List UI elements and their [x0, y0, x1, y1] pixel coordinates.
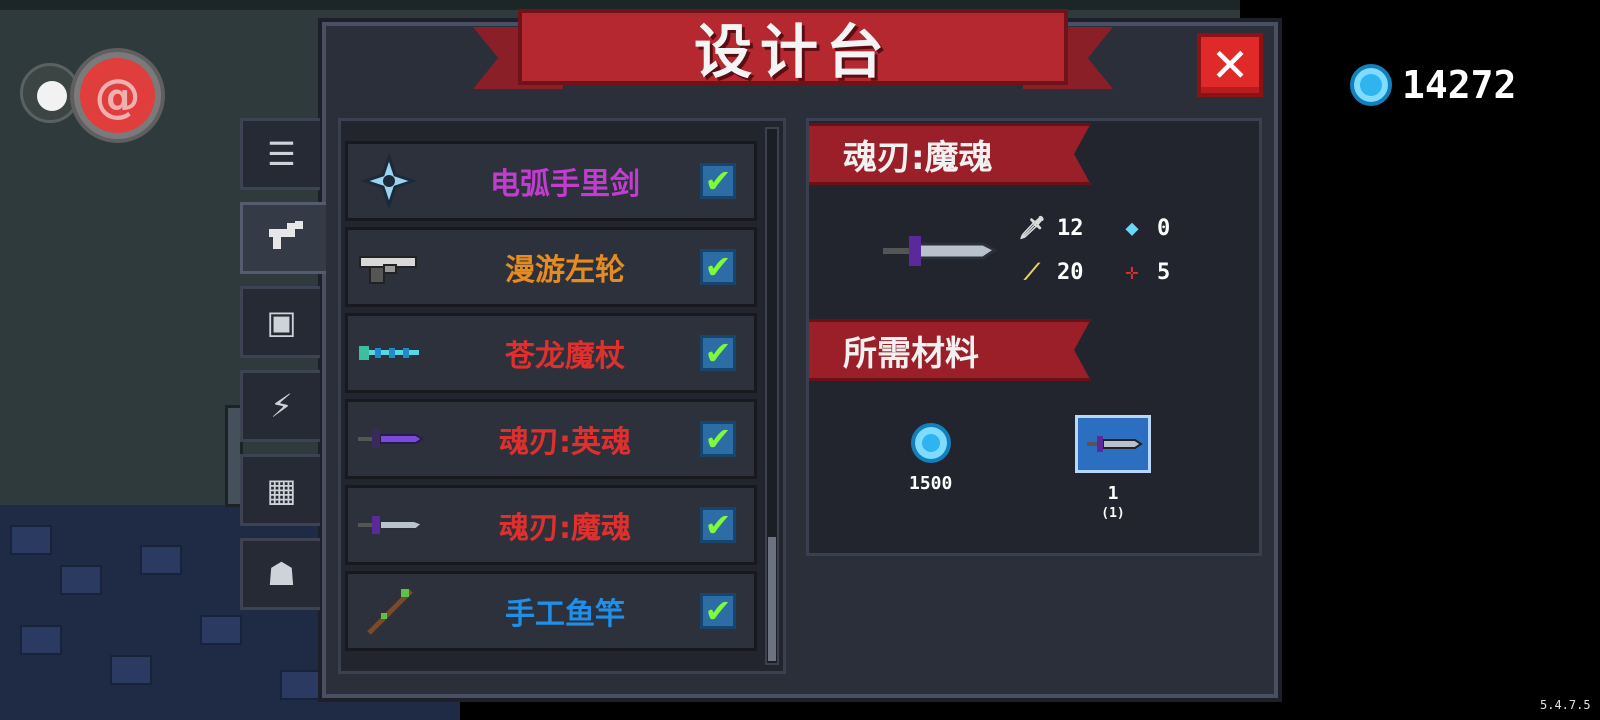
item-name: 漫游左轮: [505, 253, 625, 288]
floor-tile: [280, 670, 322, 700]
materials-title: 所需材料: [843, 333, 979, 374]
floor-tile: [140, 545, 182, 575]
lightning-icon: ⚡: [270, 387, 293, 425]
close-button[interactable]: ✕: [1197, 33, 1263, 97]
floor-tile: [60, 565, 102, 595]
check-icon: ✔: [704, 334, 732, 372]
currency-display: 14272: [1350, 60, 1516, 110]
list-icon: ☰: [267, 135, 296, 173]
energy-icon: ◆: [1125, 215, 1139, 241]
accuracy-icon: ✛: [1125, 259, 1139, 285]
blueprint-list[interactable]: 电弧手里剑 ✔ 漫游左轮 ✔ 苍龙魔杖 ✔ 魂刃:英魂 ✔ 魂刃:魔魂 ✔ 手工…: [338, 118, 786, 674]
check-icon: ✔: [704, 420, 732, 458]
stat-energy: ◆ 0: [1119, 215, 1170, 241]
tab-list[interactable]: ☰: [240, 118, 320, 190]
fishing-rod-icon: [348, 574, 430, 648]
close-icon: ✕: [1210, 38, 1250, 92]
check-icon: ✔: [704, 248, 732, 286]
stat-value: 0: [1157, 215, 1171, 241]
armor-icon: ▣: [266, 303, 297, 341]
page-title: 设计台: [693, 18, 892, 86]
checkbox[interactable]: ✔: [700, 334, 736, 372]
tab-weapons[interactable]: [240, 202, 326, 274]
dark-blade-icon: [348, 488, 430, 562]
title-banner: 设计台: [473, 5, 1113, 105]
tab-skills[interactable]: ⚡: [240, 370, 320, 442]
material-blueprint: 1 (1): [1075, 415, 1151, 521]
item-name: 手工鱼竿: [505, 597, 625, 632]
stat-value: 20: [1057, 259, 1084, 285]
weapon-preview-icon: [879, 226, 999, 276]
list-item[interactable]: 苍龙魔杖 ✔: [345, 313, 757, 393]
damage-icon: 🗡: [1018, 215, 1046, 241]
list-item[interactable]: 手工鱼竿 ✔: [345, 571, 757, 651]
toggle-dot: [37, 81, 67, 111]
purple-blade-icon: [348, 402, 430, 476]
materials-ribbon: 所需材料: [809, 319, 1091, 381]
floor-tile: [200, 615, 242, 645]
material-amount: 1: [1107, 483, 1119, 504]
floor-tile: [10, 525, 52, 555]
item-name: 魂刃:魔魂: [499, 511, 631, 546]
revolver-icon: [348, 230, 430, 304]
item-name: 苍龙魔杖: [505, 339, 625, 374]
gem-icon: [910, 423, 951, 463]
list-item[interactable]: 魂刃:英魂 ✔: [345, 399, 757, 479]
skill-button[interactable]: @: [70, 48, 165, 143]
item-name: 电弧手里剑: [490, 167, 640, 202]
material-icon: ▦: [266, 471, 297, 509]
tab-characters[interactable]: ☗: [240, 538, 320, 610]
stat-value: 5: [1157, 259, 1171, 285]
check-icon: ✔: [704, 162, 732, 200]
item-detail-panel: 魂刃:魔魂 🗡 12 ◆ 0 ⟋ 20 ✛ 5 所需材料 1500 1 (1): [806, 118, 1262, 556]
stat-crit: ⟋ 20: [1019, 259, 1084, 285]
weapon-name: 魂刃:魔魂: [843, 137, 993, 178]
material-amount: 1500: [909, 473, 953, 494]
blueprint-icon: [1075, 415, 1151, 473]
list-scrollbar[interactable]: [765, 127, 779, 665]
weapon-name-ribbon: 魂刃:魔魂: [809, 123, 1091, 185]
tab-armor[interactable]: ▣: [240, 286, 320, 358]
weapon-icon: [265, 217, 305, 259]
stat-accuracy: ✛ 5: [1119, 259, 1170, 285]
item-name: 魂刃:英魂: [499, 425, 631, 460]
checkbox[interactable]: ✔: [700, 506, 736, 544]
checkbox[interactable]: ✔: [700, 592, 736, 630]
character-icon: ☗: [267, 555, 296, 593]
checkbox[interactable]: ✔: [700, 420, 736, 458]
list-item[interactable]: 魂刃:魔魂 ✔: [345, 485, 757, 565]
banner-body: 设计台: [518, 9, 1068, 86]
floor-tile: [110, 655, 152, 685]
shuriken-icon: [348, 144, 430, 218]
scrollbar-thumb[interactable]: [768, 537, 776, 661]
floor-tile: [20, 625, 62, 655]
checkbox[interactable]: ✔: [700, 162, 736, 200]
checkbox[interactable]: ✔: [700, 248, 736, 286]
version-label: 5.4.7.5: [1540, 698, 1591, 712]
material-gem: 1500: [909, 423, 952, 494]
skill-joystick[interactable]: @: [20, 48, 170, 148]
swirl-icon: @: [80, 58, 155, 133]
list-item[interactable]: 电弧手里剑 ✔: [345, 141, 757, 221]
stat-value: 12: [1057, 215, 1084, 241]
check-icon: ✔: [704, 506, 732, 544]
tab-materials[interactable]: ▦: [240, 454, 320, 526]
gem-count: 14272: [1402, 63, 1517, 107]
stat-damage: 🗡 12: [1018, 215, 1084, 241]
list-item[interactable]: 漫游左轮 ✔: [345, 227, 757, 307]
staff-icon: [348, 316, 430, 390]
material-owned: (1): [1101, 506, 1125, 521]
check-icon: ✔: [704, 592, 732, 630]
crit-icon: ⟋: [1024, 259, 1040, 285]
gem-icon: [1350, 64, 1392, 106]
